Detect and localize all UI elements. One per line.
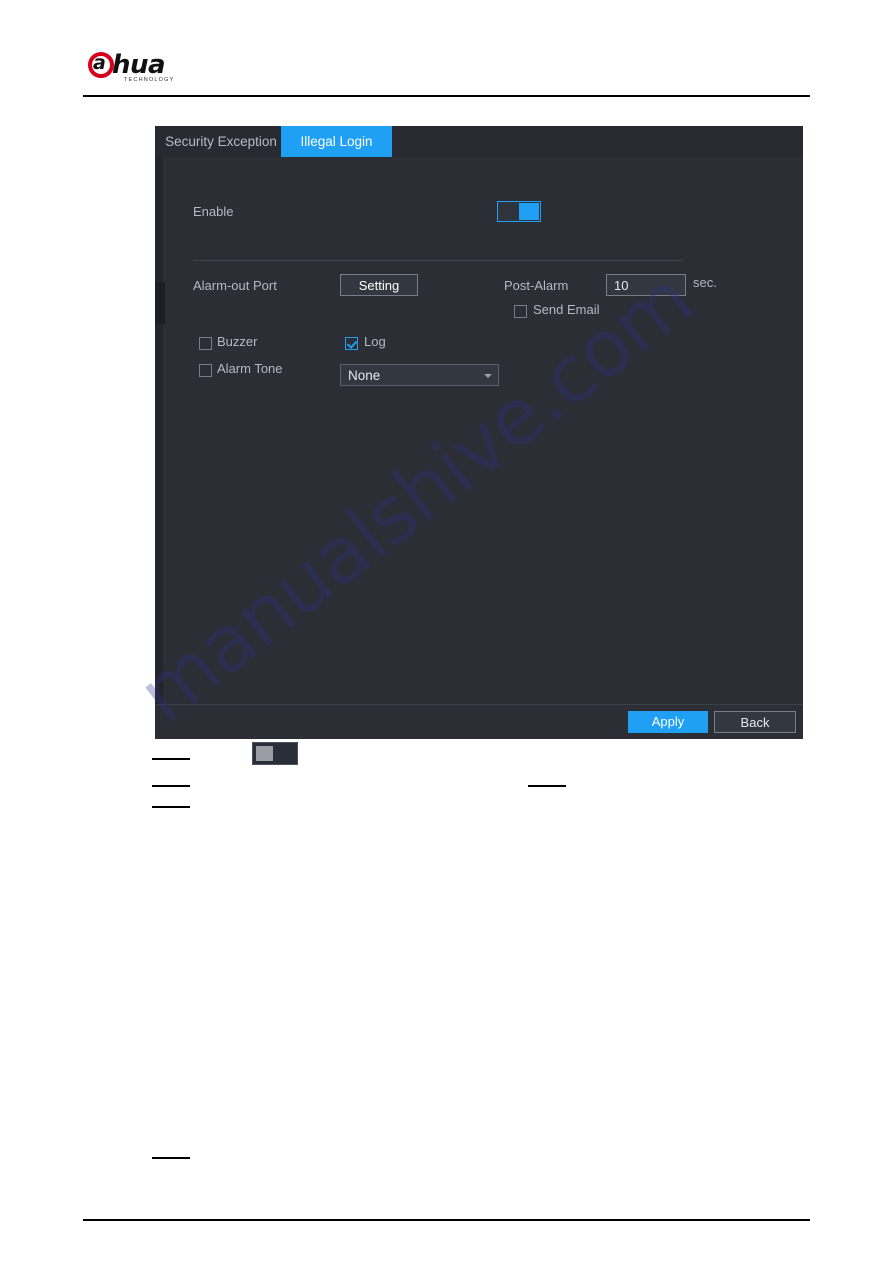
leader-mark-4	[528, 785, 566, 787]
leader-mark-2	[152, 785, 190, 787]
dialog-footer: Apply Back	[155, 704, 803, 739]
alarm-out-port-setting-button[interactable]: Setting	[340, 274, 418, 296]
left-side-strip	[155, 157, 163, 704]
toggle-off-illustration	[252, 742, 298, 765]
chevron-down-icon	[484, 374, 492, 378]
toggle-off-knob	[256, 746, 273, 761]
leader-mark-1	[152, 758, 190, 760]
enable-label: Enable	[193, 204, 234, 219]
alarm-out-port-label: Alarm-out Port	[193, 278, 277, 293]
back-button[interactable]: Back	[714, 711, 796, 733]
logo-wordmark: hua	[112, 50, 166, 80]
footer-rule	[83, 1219, 810, 1221]
alarm-tone-checkbox[interactable]	[199, 364, 212, 377]
logo-tagline: TECHNOLOGY	[124, 77, 175, 83]
toggle-knob	[519, 203, 539, 220]
post-alarm-input[interactable]: 10	[606, 274, 686, 296]
dialog-tabbar: Security Exception Illegal Login	[155, 126, 803, 157]
post-alarm-label: Post-Alarm	[504, 278, 569, 293]
post-alarm-value: 10	[614, 278, 629, 293]
logo-letter-a: a	[93, 52, 106, 74]
log-label: Log	[364, 334, 386, 349]
alarm-tone-label: Alarm Tone	[217, 361, 283, 376]
buzzer-label: Buzzer	[217, 334, 258, 349]
leader-mark-3	[152, 806, 190, 808]
leader-mark-5	[152, 1157, 190, 1159]
tab-illegal-login[interactable]: Illegal Login	[281, 126, 392, 157]
send-email-checkbox[interactable]	[514, 305, 527, 318]
page-header: a hua TECHNOLOGY	[0, 0, 893, 100]
section-divider	[193, 260, 683, 261]
dialog-body: Enable Alarm-out Port Setting Post-Alarm…	[155, 157, 803, 704]
enable-toggle[interactable]	[497, 201, 541, 222]
apply-button[interactable]: Apply	[628, 711, 708, 733]
send-email-label: Send Email	[533, 302, 600, 317]
tab-security-exception[interactable]: Security Exception	[161, 126, 281, 157]
alarm-tone-select[interactable]: None	[340, 364, 499, 386]
left-side-strip-tab	[155, 282, 165, 324]
dahua-logo: a hua TECHNOLOGY	[88, 50, 198, 84]
alarm-tone-selected-value: None	[348, 368, 381, 383]
buzzer-checkbox[interactable]	[199, 337, 212, 350]
illegal-login-dialog: Security Exception Illegal Login Enable …	[155, 126, 803, 739]
post-alarm-unit: sec.	[693, 275, 717, 290]
log-checkbox[interactable]	[345, 337, 358, 350]
header-rule	[83, 95, 810, 97]
